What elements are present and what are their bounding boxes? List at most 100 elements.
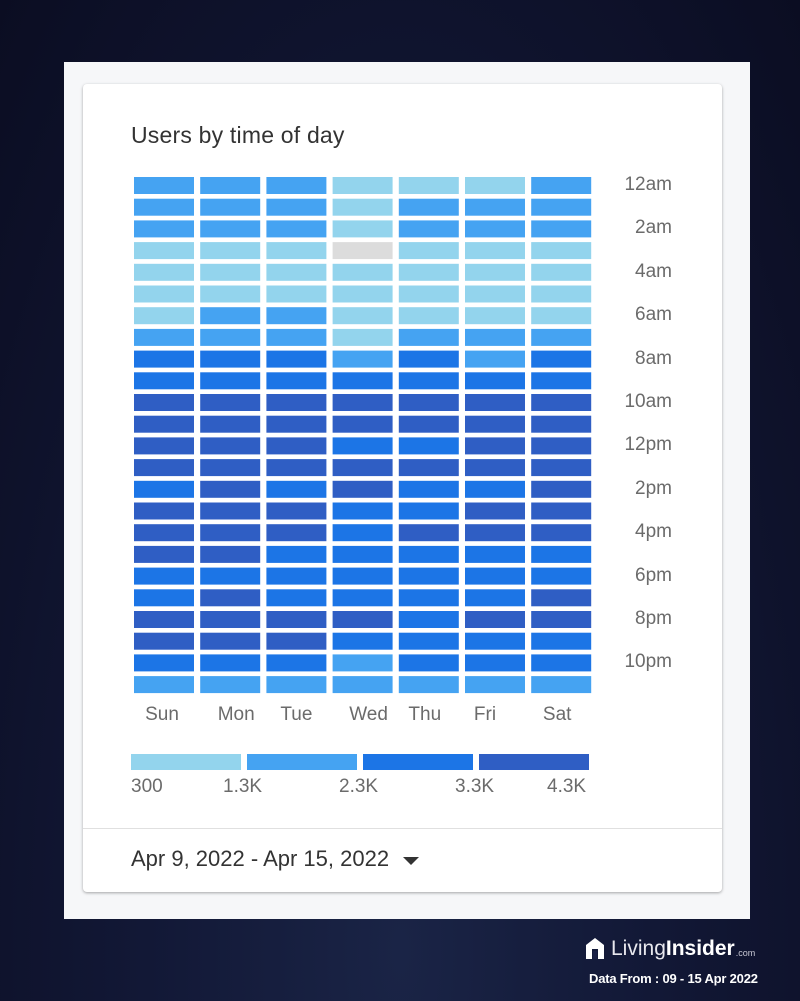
- heatmap-cell-mon-11am[interactable]: [200, 415, 261, 433]
- heatmap-cell-sun-9pm[interactable]: [134, 632, 194, 650]
- heatmap-cell-wed-11pm[interactable]: [332, 676, 393, 694]
- heatmap-cell-sat-1am[interactable]: [531, 198, 592, 216]
- heatmap-cell-fri-7pm[interactable]: [465, 589, 525, 607]
- heatmap-cell-sat-2am[interactable]: [531, 220, 592, 238]
- heatmap-cell-sat-8am[interactable]: [531, 350, 592, 368]
- heatmap-cell-sat-3am[interactable]: [531, 242, 592, 260]
- heatmap-cell-sun-6pm[interactable]: [134, 567, 194, 585]
- heatmap-cell-tue-12am[interactable]: [266, 177, 327, 194]
- heatmap-cell-thu-12am[interactable]: [398, 177, 459, 194]
- heatmap-cell-sun-11pm[interactable]: [134, 676, 194, 694]
- heatmap-cell-tue-8am[interactable]: [266, 350, 327, 368]
- heatmap-cell-fri-6am[interactable]: [465, 307, 525, 325]
- heatmap-cell-wed-3pm[interactable]: [332, 502, 393, 520]
- heatmap-cell-tue-3am[interactable]: [266, 242, 327, 260]
- heatmap-cell-wed-3am[interactable]: [332, 242, 393, 260]
- heatmap-cell-fri-12pm[interactable]: [465, 437, 525, 455]
- heatmap-cell-tue-10pm[interactable]: [266, 654, 327, 672]
- heatmap-cell-mon-10am[interactable]: [200, 394, 261, 411]
- heatmap-cell-mon-9am[interactable]: [200, 372, 261, 390]
- heatmap-cell-fri-3am[interactable]: [465, 242, 525, 260]
- heatmap-cell-mon-3pm[interactable]: [200, 502, 261, 520]
- heatmap-cell-sun-2pm[interactable]: [134, 480, 194, 498]
- heatmap-cell-mon-4am[interactable]: [200, 263, 261, 281]
- heatmap-cell-wed-6am[interactable]: [332, 307, 393, 325]
- heatmap-cell-tue-12pm[interactable]: [266, 437, 327, 455]
- heatmap-cell-sun-4am[interactable]: [134, 263, 194, 281]
- heatmap-cell-mon-10pm[interactable]: [200, 654, 261, 672]
- heatmap-cell-fri-9am[interactable]: [465, 372, 525, 390]
- heatmap-cell-sun-3am[interactable]: [134, 242, 194, 260]
- heatmap-cell-sat-9am[interactable]: [531, 372, 592, 390]
- heatmap-cell-wed-2am[interactable]: [332, 220, 393, 238]
- heatmap-cell-thu-8am[interactable]: [398, 350, 459, 368]
- heatmap-cell-tue-7am[interactable]: [266, 328, 327, 346]
- heatmap-cell-thu-7pm[interactable]: [398, 589, 459, 607]
- heatmap-cell-sun-6am[interactable]: [134, 307, 194, 325]
- heatmap-cell-thu-9am[interactable]: [398, 372, 459, 390]
- heatmap-cell-thu-4am[interactable]: [398, 263, 459, 281]
- heatmap-cell-sun-12pm[interactable]: [134, 437, 194, 455]
- heatmap-cell-mon-1am[interactable]: [200, 198, 261, 216]
- heatmap-cell-mon-3am[interactable]: [200, 242, 261, 260]
- heatmap-cell-sun-7am[interactable]: [134, 328, 194, 346]
- heatmap-cell-wed-2pm[interactable]: [332, 480, 393, 498]
- heatmap-cell-fri-5pm[interactable]: [465, 545, 525, 563]
- heatmap-cell-thu-9pm[interactable]: [398, 632, 459, 650]
- heatmap-cell-tue-2am[interactable]: [266, 220, 327, 238]
- heatmap-cell-mon-2am[interactable]: [200, 220, 261, 238]
- heatmap-cell-tue-1pm[interactable]: [266, 459, 327, 477]
- heatmap-cell-sat-10am[interactable]: [531, 394, 592, 411]
- heatmap-cell-sat-12am[interactable]: [531, 177, 592, 194]
- heatmap-cell-mon-4pm[interactable]: [200, 524, 261, 542]
- heatmap-cell-tue-10am[interactable]: [266, 394, 327, 411]
- heatmap-cell-sun-8am[interactable]: [134, 350, 194, 368]
- heatmap-cell-sat-11pm[interactable]: [531, 676, 592, 694]
- heatmap-cell-sat-5pm[interactable]: [531, 545, 592, 563]
- heatmap-cell-sat-7pm[interactable]: [531, 589, 592, 607]
- heatmap-cell-tue-8pm[interactable]: [266, 611, 327, 628]
- date-range-selector[interactable]: Apr 9, 2022 - Apr 15, 2022: [131, 846, 420, 872]
- heatmap-cell-fri-4pm[interactable]: [465, 524, 525, 542]
- heatmap-cell-fri-9pm[interactable]: [465, 632, 525, 650]
- heatmap-cell-thu-10am[interactable]: [398, 394, 459, 411]
- heatmap-cell-mon-12pm[interactable]: [200, 437, 261, 455]
- heatmap-cell-wed-7am[interactable]: [332, 328, 393, 346]
- heatmap-cell-mon-2pm[interactable]: [200, 480, 261, 498]
- heatmap-cell-thu-2pm[interactable]: [398, 480, 459, 498]
- heatmap-cell-fri-11am[interactable]: [465, 415, 525, 433]
- heatmap-cell-fri-2pm[interactable]: [465, 480, 525, 498]
- heatmap-cell-mon-5am[interactable]: [200, 285, 261, 303]
- heatmap-cell-sun-10pm[interactable]: [134, 654, 194, 672]
- heatmap-cell-mon-11pm[interactable]: [200, 676, 261, 694]
- heatmap-cell-wed-7pm[interactable]: [332, 589, 393, 607]
- heatmap-cell-wed-8am[interactable]: [332, 350, 393, 368]
- heatmap-cell-tue-9pm[interactable]: [266, 632, 327, 650]
- heatmap-cell-thu-8pm[interactable]: [398, 611, 459, 628]
- heatmap-cell-mon-5pm[interactable]: [200, 545, 261, 563]
- heatmap-cell-mon-6pm[interactable]: [200, 567, 261, 585]
- heatmap-cell-sat-1pm[interactable]: [531, 459, 592, 477]
- heatmap-cell-tue-5pm[interactable]: [266, 545, 327, 563]
- heatmap-cell-mon-8am[interactable]: [200, 350, 261, 368]
- heatmap-cell-fri-3pm[interactable]: [465, 502, 525, 520]
- heatmap-cell-sat-6pm[interactable]: [531, 567, 592, 585]
- heatmap-cell-thu-11pm[interactable]: [398, 676, 459, 694]
- heatmap-cell-tue-6pm[interactable]: [266, 567, 327, 585]
- heatmap-cell-fri-4am[interactable]: [465, 263, 525, 281]
- heatmap-cell-mon-7am[interactable]: [200, 328, 261, 346]
- heatmap-cell-thu-6am[interactable]: [398, 307, 459, 325]
- heatmap-cell-thu-1am[interactable]: [398, 198, 459, 216]
- heatmap-cell-sat-12pm[interactable]: [531, 437, 592, 455]
- heatmap-cell-tue-11am[interactable]: [266, 415, 327, 433]
- heatmap-cell-sat-11am[interactable]: [531, 415, 592, 433]
- heatmap-cell-thu-12pm[interactable]: [398, 437, 459, 455]
- heatmap-cell-thu-3pm[interactable]: [398, 502, 459, 520]
- heatmap-cell-tue-9am[interactable]: [266, 372, 327, 390]
- heatmap-cell-sat-6am[interactable]: [531, 307, 592, 325]
- heatmap-cell-tue-4pm[interactable]: [266, 524, 327, 542]
- heatmap-cell-fri-6pm[interactable]: [465, 567, 525, 585]
- heatmap-cell-fri-8pm[interactable]: [465, 611, 525, 628]
- heatmap-cell-sun-10am[interactable]: [134, 394, 194, 411]
- heatmap-cell-tue-3pm[interactable]: [266, 502, 327, 520]
